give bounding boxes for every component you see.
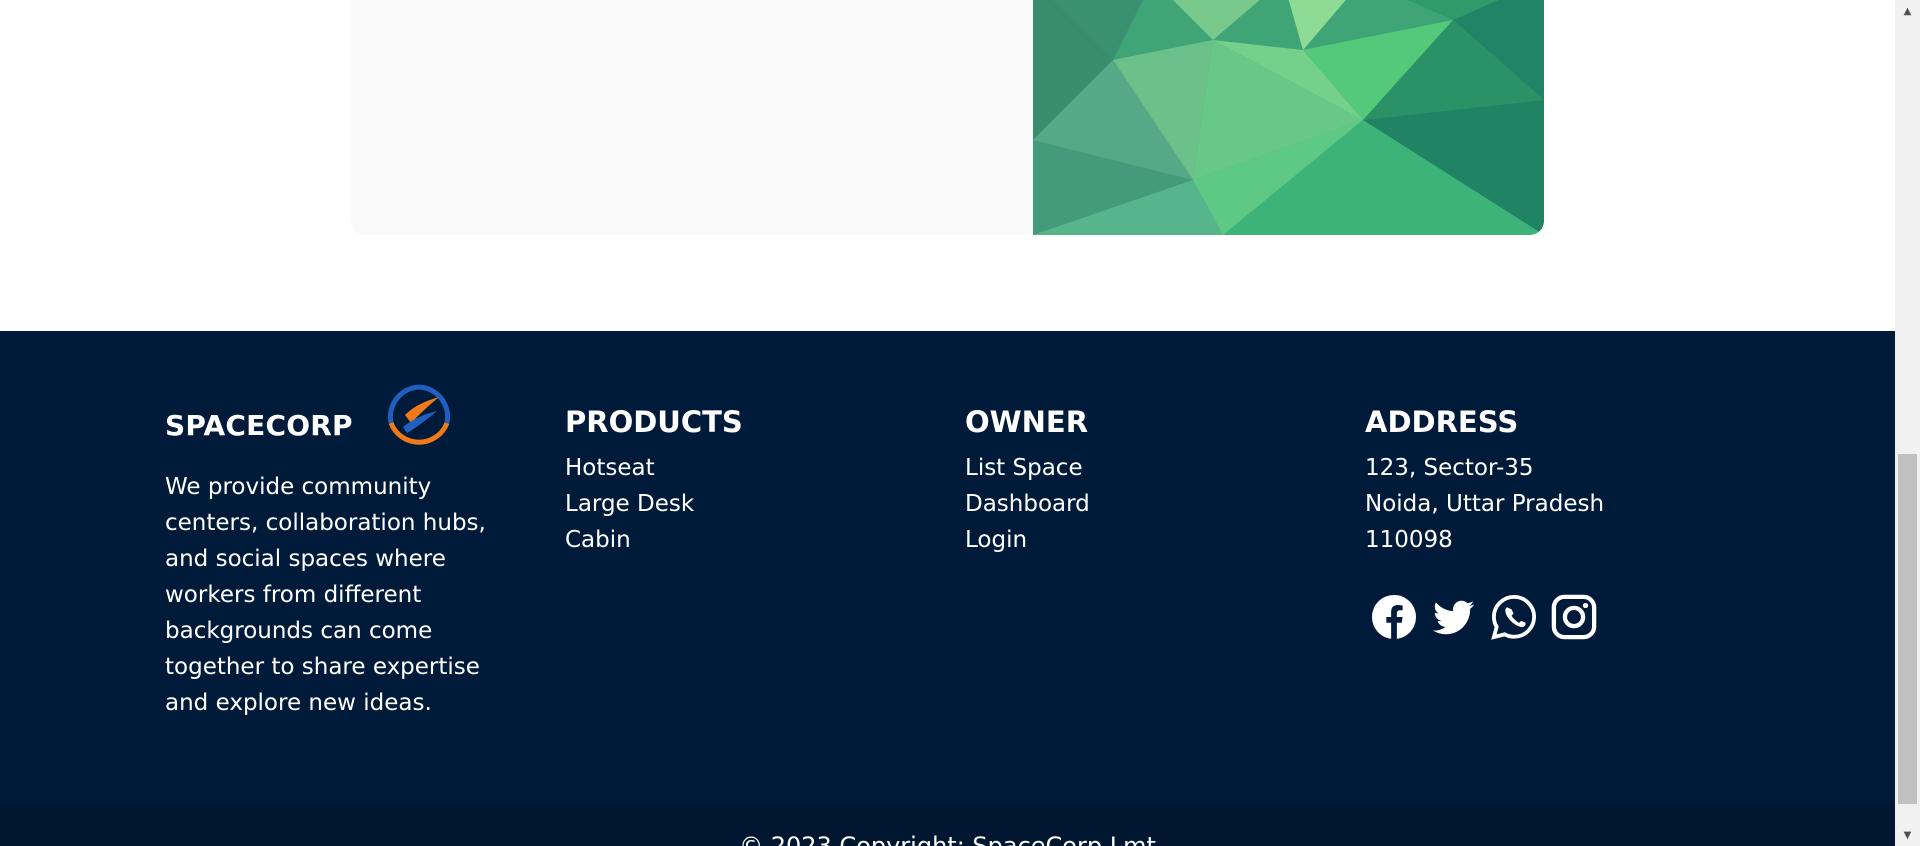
scroll-up-arrow-icon[interactable]: ▲ — [1895, 0, 1920, 22]
social-links — [1371, 594, 1604, 640]
brand-row: SPACECORP — [165, 384, 525, 447]
brand-description: We provide community centers, collaborat… — [165, 474, 486, 716]
polygon-art — [1033, 0, 1544, 235]
scrollbar[interactable]: ▲ ▼ — [1895, 0, 1920, 846]
products-link-hotseat[interactable]: Hotseat — [565, 450, 743, 486]
twitter-icon[interactable] — [1431, 594, 1477, 640]
footer: SPACECORP We provide community centers, … — [0, 331, 1895, 804]
products-link-large-desk[interactable]: Large Desk — [565, 486, 743, 522]
scroll-down-arrow-icon[interactable]: ▼ — [1895, 824, 1920, 846]
footer-products-column: PRODUCTS Hotseat Large Desk Cabin — [565, 404, 743, 558]
footer-address-column: ADDRESS 123, Sector-35 Noida, Uttar Prad… — [1365, 404, 1604, 640]
owner-title: OWNER — [965, 405, 1089, 439]
feature-card — [351, 0, 1544, 235]
instagram-icon[interactable] — [1551, 594, 1597, 640]
brand-name: SPACECORP — [165, 408, 353, 442]
whatsapp-icon[interactable] — [1491, 594, 1537, 640]
address-line: 123, Sector-35 — [1365, 455, 1534, 481]
card-image — [1033, 0, 1544, 235]
owner-link-dashboard[interactable]: Dashboard — [965, 486, 1090, 522]
products-title: PRODUCTS — [565, 405, 743, 439]
address-title: ADDRESS — [1365, 405, 1519, 439]
footer-owner-column: OWNER List Space Dashboard Login — [965, 404, 1090, 558]
scrollbar-thumb[interactable] — [1898, 454, 1917, 804]
owner-link-login[interactable]: Login — [965, 522, 1090, 558]
address-line: Noida, Uttar Pradesh — [1365, 491, 1605, 517]
footer-brand-column: SPACECORP We provide community centers, … — [165, 384, 525, 721]
copyright-text: © 2023 Copyright: SpaceCorp Lmt — [739, 832, 1156, 846]
facebook-icon[interactable] — [1371, 594, 1417, 640]
brand-logo-icon — [381, 383, 457, 447]
products-link-cabin[interactable]: Cabin — [565, 522, 743, 558]
copyright-bar: © 2023 Copyright: SpaceCorp Lmt — [0, 804, 1895, 846]
address-line: 110098 — [1365, 527, 1453, 553]
owner-link-list-space[interactable]: List Space — [965, 450, 1090, 486]
